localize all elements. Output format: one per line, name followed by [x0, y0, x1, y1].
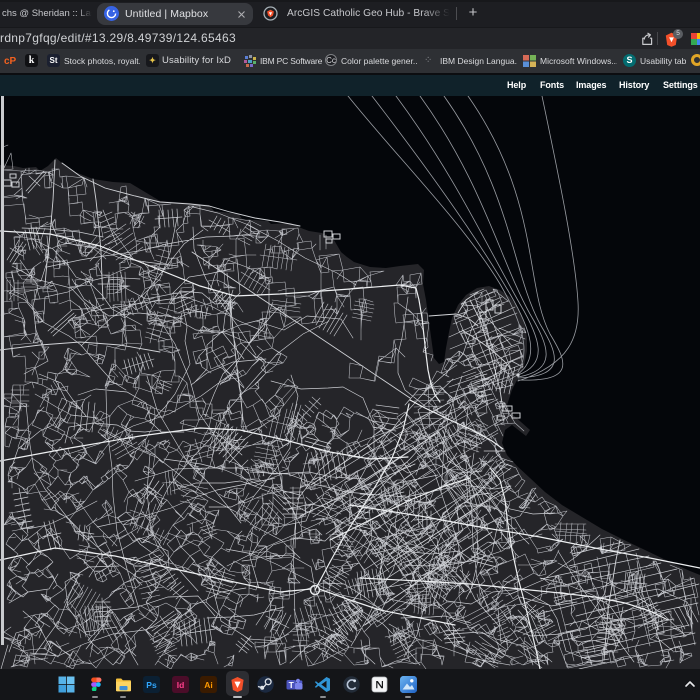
svg-text:Id: Id [176, 680, 184, 690]
svg-text:T: T [288, 680, 294, 690]
svg-text:Ps: Ps [146, 680, 157, 690]
svg-text:Ai: Ai [204, 680, 213, 690]
